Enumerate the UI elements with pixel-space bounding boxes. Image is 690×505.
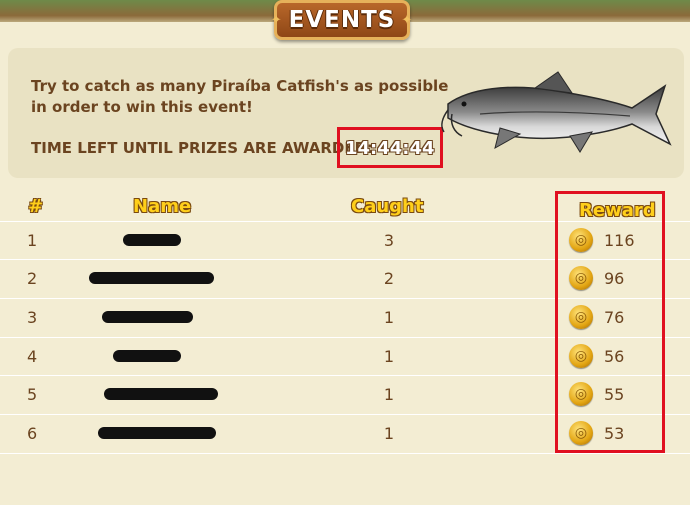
redacted-player-name bbox=[98, 427, 216, 439]
row-caught: 2 bbox=[383, 269, 395, 288]
row-rank: 1 bbox=[27, 231, 38, 250]
row-caught: 3 bbox=[383, 231, 395, 250]
name-header: Name bbox=[133, 196, 192, 217]
events-title: EVENTS bbox=[288, 7, 396, 33]
star-icon: ✦ bbox=[270, 12, 283, 28]
rank-header: # bbox=[28, 196, 44, 217]
redacted-player-name bbox=[113, 350, 181, 362]
events-title-tab: ✦ EVENTS ✦ bbox=[270, 0, 414, 40]
row-rank: 3 bbox=[27, 308, 38, 327]
redacted-player-name bbox=[102, 311, 193, 323]
redacted-player-name bbox=[123, 234, 181, 246]
row-caught: 1 bbox=[383, 308, 395, 327]
row-rank: 2 bbox=[27, 269, 38, 288]
row-caught: 1 bbox=[383, 385, 395, 404]
row-caught: 1 bbox=[383, 424, 395, 443]
time-left-label: TIME LEFT UNTIL PRIZES ARE AWARDED: bbox=[31, 139, 374, 157]
row-rank: 6 bbox=[27, 424, 38, 443]
row-rank: 4 bbox=[27, 347, 38, 366]
redacted-player-name bbox=[104, 388, 218, 400]
row-caught: 1 bbox=[383, 347, 395, 366]
star-icon: ✦ bbox=[401, 12, 414, 28]
row-rank: 5 bbox=[27, 385, 38, 404]
event-description: Try to catch as many Piraíba Catfish's a… bbox=[31, 77, 449, 116]
caught-header: Caught bbox=[351, 196, 424, 217]
redacted-player-name bbox=[89, 272, 214, 284]
catfish-image bbox=[441, 71, 672, 153]
reward-column-highlight bbox=[555, 191, 665, 453]
timer-highlight-box bbox=[337, 127, 443, 168]
